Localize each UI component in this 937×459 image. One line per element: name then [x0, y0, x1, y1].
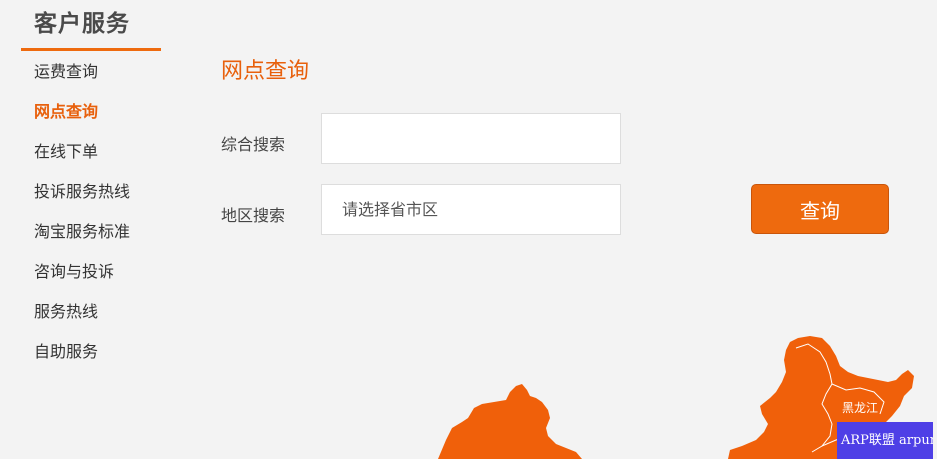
- sidebar-item-network-query[interactable]: 网点查询: [34, 100, 130, 140]
- map-region-west: [438, 384, 582, 459]
- sidebar-item-service-hotline[interactable]: 服务热线: [34, 300, 130, 340]
- province-border: [795, 343, 833, 453]
- sidebar-menu: 运费查询 网点查询 在线下单 投诉服务热线 淘宝服务标准 咨询与投诉 服务热线 …: [34, 60, 130, 380]
- page-title: 网点查询: [221, 59, 310, 84]
- sidebar-title: 客户服务: [34, 11, 130, 37]
- sidebar-item-taobao-standard[interactable]: 淘宝服务标准: [34, 220, 130, 260]
- region-select[interactable]: 请选择省市区: [321, 184, 621, 235]
- sidebar-item-complaint-hotline[interactable]: 投诉服务热线: [34, 180, 130, 220]
- sidebar-item-online-order[interactable]: 在线下单: [34, 140, 130, 180]
- sidebar-title-underline: [21, 48, 161, 51]
- query-button[interactable]: 查询: [751, 184, 889, 234]
- network-point-query-page: 客户服务 运费查询 网点查询 在线下单 投诉服务热线 淘宝服务标准 咨询与投诉 …: [0, 0, 937, 459]
- province-label-heilongjiang: 黑龙江: [842, 401, 879, 415]
- search-input[interactable]: [321, 113, 621, 164]
- watermark: ARP联盟 arpun.com: [837, 422, 933, 459]
- sidebar-item-freight-query[interactable]: 运费查询: [34, 60, 130, 100]
- sidebar-item-self-service[interactable]: 自助服务: [34, 340, 130, 380]
- search-label: 综合搜索: [221, 135, 286, 154]
- region-label: 地区搜索: [221, 206, 286, 225]
- sidebar-item-consult-complaint[interactable]: 咨询与投诉: [34, 260, 130, 300]
